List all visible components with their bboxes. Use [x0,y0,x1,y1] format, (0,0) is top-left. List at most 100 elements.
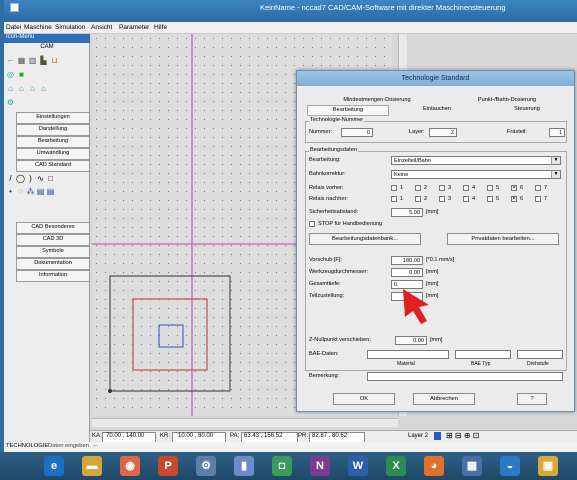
werkzeug-label: Werkzeugdurchmesser: [309,269,368,275]
settings-tool-icon[interactable]: ⚙ [6,98,15,107]
settings-icon[interactable]: ⚙ [196,456,216,476]
relais-nachher-label-6: 6 [520,196,524,202]
menu-parameter[interactable]: Parameter [119,24,149,31]
arc-tool-icon[interactable]: ) [26,174,35,183]
fill-tool-icon[interactable]: ■ [17,70,26,79]
relais-nachher-checkbox-5[interactable] [487,196,493,202]
explorer-icon[interactable]: ▬ [82,456,102,476]
menu-datei[interactable]: Datei [6,24,21,31]
relais-nachher-checkbox-3[interactable] [439,196,445,202]
cancel-button[interactable]: Abbrechen [413,393,475,405]
relais-nachher-checkbox-7[interactable] [535,196,541,202]
sicherheit-field[interactable]: 5.00 [391,208,423,217]
tab-punkt-bahn[interactable]: Punkt-/Bahn-Dosierung [457,96,557,105]
column-tool-icon[interactable]: ▥ [28,56,37,65]
green-app-icon[interactable]: ◘ [272,456,292,476]
menu-maschine[interactable]: Maschine [24,24,52,31]
help-button[interactable]: ? [517,393,547,405]
app-icon[interactable] [10,3,19,12]
bae-drehstufe-field[interactable] [517,350,563,359]
btn-umwandlung[interactable]: Umwandlung [16,148,90,160]
shape2-tool-icon[interactable]: ⌂ [17,84,26,93]
btn-cad-3d[interactable]: CAD 3D [16,234,90,246]
btn-darstellung[interactable]: Darstellung [16,124,90,136]
relais-vorher-checkbox-6[interactable]: ✕ [511,185,517,191]
nccad-icon[interactable]: ▦ [462,456,482,476]
relais-nachher-checkbox-1[interactable] [391,196,397,202]
fraeser-field[interactable]: 1 [549,128,565,137]
polyline-tool-icon[interactable]: ∿ [36,174,45,183]
relais-vorher-checkbox-3[interactable] [439,185,445,191]
bemerkung-label: Bemerkung: [309,373,340,379]
menu-ansicht[interactable]: Ansicht [91,24,112,31]
firefox-icon[interactable]: ◕ [424,456,444,476]
menu-hilfe[interactable]: Hilfe [154,24,167,31]
tab-steuerung[interactable]: Steuerung [487,105,567,114]
pattern1-tool-icon[interactable]: ⁂ [26,187,35,196]
vorschub-field[interactable]: 180.00 [391,256,423,265]
grid-tool-icon[interactable]: ▦ [17,56,26,65]
stop-checkbox[interactable] [309,221,315,227]
pattern2-tool-icon[interactable]: ▤ [36,187,45,196]
ok-button[interactable]: OK [333,393,395,405]
bae-typ-field[interactable] [455,350,511,359]
werkzeug-field[interactable]: 0.00 [391,268,423,277]
btn-bearbeitung[interactable]: Bearbeitung [16,136,90,148]
horizontal-scrollbar[interactable] [92,418,398,427]
bae-material-field[interactable] [367,350,449,359]
layer-indicator[interactable]: Layer 2 [408,433,428,439]
btn-symbole[interactable]: Symbole [16,246,90,258]
rotate-tool-icon[interactable]: ◎ [6,70,15,79]
circle-tool-icon[interactable]: ◯ [16,174,25,183]
relais-nachher-checkbox-4[interactable] [463,196,469,202]
znull-field[interactable]: 0.00 [395,336,427,345]
excel-icon[interactable]: X [386,456,406,476]
rect-tool-icon[interactable]: □ [46,174,55,183]
dialog-title: Technologie Standard [297,71,574,86]
line-tool-icon[interactable]: / [6,174,15,183]
app-window-icon[interactable]: ▮ [234,456,254,476]
layer-field[interactable]: 2 [429,128,457,137]
word-icon[interactable]: W [348,456,368,476]
text-tool-icon[interactable]: ◌ [16,187,25,196]
shape4-tool-icon[interactable]: ⌂ [39,84,48,93]
btn-dokumentation[interactable]: Dokumentation [16,258,90,270]
tab-eintauchen[interactable]: Eintauchen [397,105,477,114]
bahnkorrektur-select[interactable]: Keine ▼ [391,170,561,179]
relais-nachher-checkbox-6[interactable]: ✕ [511,196,517,202]
bemerkung-field[interactable] [367,372,563,381]
shape3-tool-icon[interactable]: ⌂ [28,84,37,93]
chrome-icon[interactable]: ◉ [120,456,140,476]
path-tool-icon[interactable]: ⊔ [50,56,59,65]
pattern3-tool-icon[interactable]: ▤ [46,187,55,196]
relais-vorher-checkbox-5[interactable] [487,185,493,191]
relais-vorher-checkbox-2[interactable] [415,185,421,191]
machine-tool-icon[interactable]: ▙ [39,56,48,65]
btn-cad-standard[interactable]: CAD Standard [16,160,90,172]
ie-icon[interactable]: e [44,456,64,476]
draw-tool-icon[interactable]: ⌐ [6,56,15,65]
db-button[interactable]: Bearbeitungsdatenbank... [309,233,421,245]
tab-bearbeitung[interactable]: Bearbeitung [307,105,389,116]
bearbeitung-select[interactable]: Einzelteil/Bahn ▼ [391,156,561,165]
relais-nachher-checkbox-2[interactable] [415,196,421,202]
btn-cad-besonderes[interactable]: CAD Besonderes [16,222,90,234]
yellow-app-icon[interactable]: ▣ [538,456,558,476]
snap-icons[interactable]: ⊞ ⊟ ⊕ ⊡ [446,431,479,440]
point-tool-icon[interactable]: • [6,187,15,196]
title-bar: KeinName - nccad7 CAD/CAM-Software mit d… [4,0,577,22]
shape1-tool-icon[interactable]: ⌂ [6,84,15,93]
powerpoint-icon[interactable]: P [158,456,178,476]
private-data-button[interactable]: Privatdaten bearbeiten... [447,233,559,245]
tab-mindestmengen[interactable]: Mindestmengen-Dosierung [327,96,427,105]
btn-information[interactable]: Information [16,270,90,282]
relais-vorher-checkbox-4[interactable] [463,185,469,191]
nummer-field[interactable]: 0 [341,128,373,137]
layer-color-icon[interactable] [434,432,441,440]
relais-vorher-checkbox-7[interactable] [535,185,541,191]
btn-einstellungen[interactable]: Einstellungen [16,112,90,124]
menu-simulation[interactable]: Simulation [55,24,85,31]
relais-vorher-checkbox-1[interactable] [391,185,397,191]
network-icon[interactable]: ◒ [500,456,520,476]
onenote-icon[interactable]: N [310,456,330,476]
